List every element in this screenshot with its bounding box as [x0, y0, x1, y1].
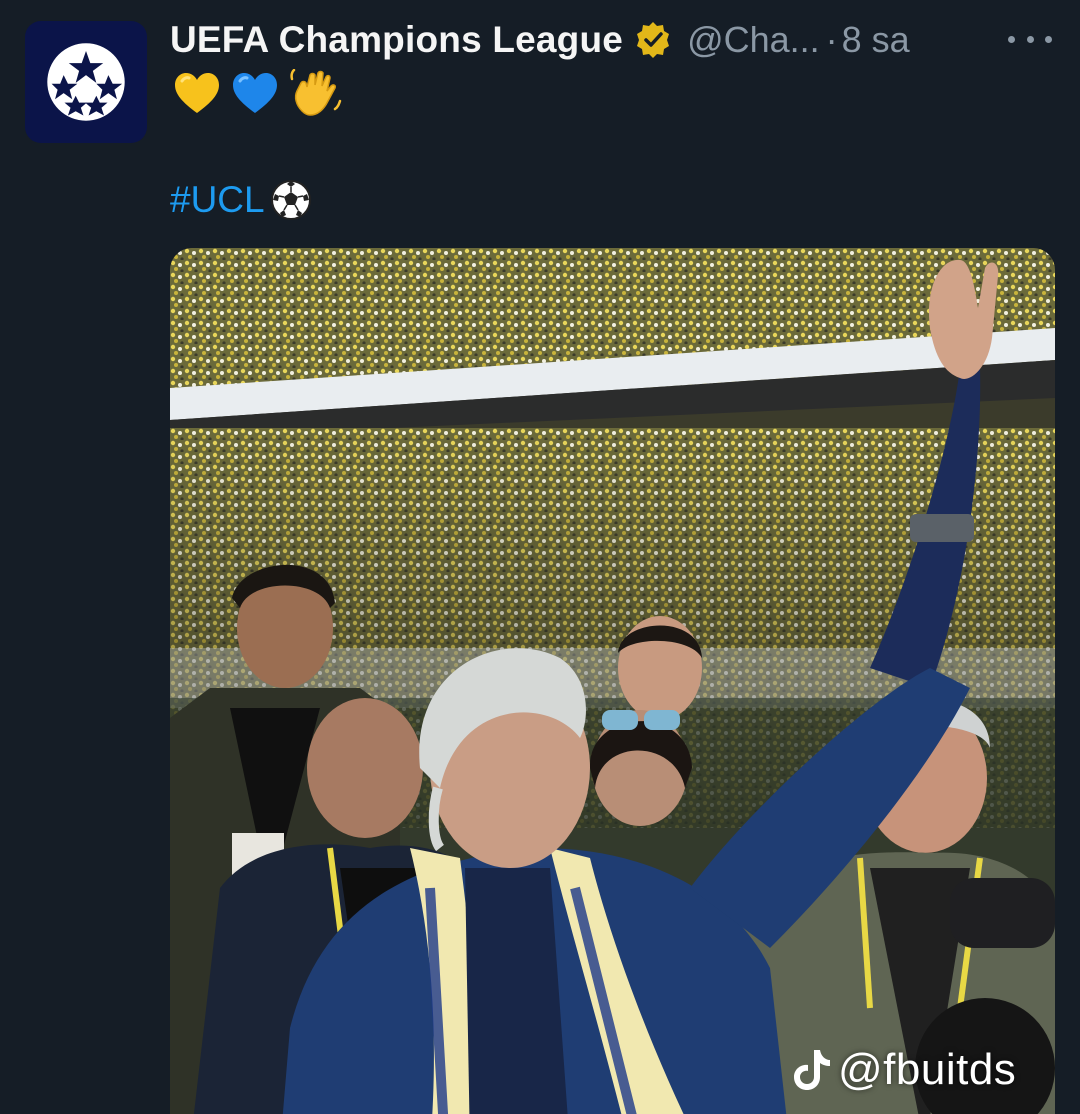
post-time[interactable]: 8 sa [842, 19, 910, 61]
separator-dot: · [825, 19, 838, 60]
display-name[interactable]: UEFA Champions League [170, 19, 623, 61]
tiktok-icon [794, 1050, 830, 1090]
tiktok-watermark: @fbuitds [792, 1040, 1016, 1100]
account-handle[interactable]: @Cha... [687, 19, 820, 61]
yellow-heart-icon [175, 73, 219, 113]
verified-badge-icon [633, 20, 673, 60]
watermark-handle: @fbuitds [838, 1045, 1017, 1094]
tweet-header: UEFA Champions League @Cha... · 8 sa [170, 14, 910, 66]
waving-hand-icon [290, 69, 342, 116]
tweet-photo[interactable] [170, 248, 1055, 1114]
blue-heart-icon [233, 73, 277, 113]
emoji-line [172, 68, 342, 120]
more-options-icon[interactable] [1008, 22, 1052, 56]
tweet-card[interactable]: UEFA Champions League @Cha... · 8 sa #UC… [0, 0, 1080, 1114]
ucl-avatar[interactable] [25, 21, 147, 143]
hashtag-line: #UCL [170, 176, 313, 224]
hashtag-ucl[interactable]: #UCL [170, 179, 265, 221]
soccer-ball-icon [269, 178, 313, 222]
stadium-photo [170, 248, 1055, 1114]
starball-logo-icon [45, 41, 127, 123]
